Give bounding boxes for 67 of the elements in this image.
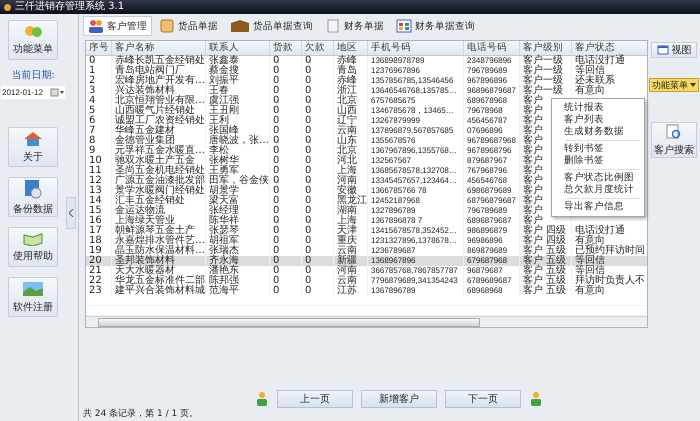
sidebar-button[interactable]: 备份数据 xyxy=(8,177,58,217)
table-cell: 新疆 xyxy=(334,256,368,266)
chevron-left-icon xyxy=(68,208,74,216)
tab[interactable]: 货品单据查询 xyxy=(225,16,318,36)
column-header[interactable]: 电话号码 xyxy=(464,41,520,55)
people-icon xyxy=(88,19,104,33)
table-cell: 1368967896 xyxy=(368,256,464,266)
table-cell: 0 xyxy=(302,286,334,296)
search-icon xyxy=(666,124,682,140)
document-icon xyxy=(325,19,341,33)
date-label: 当前日期: xyxy=(11,68,55,82)
sidebar-button[interactable]: 软件注册 xyxy=(8,277,58,317)
window-title: 三仟进销存管理系统 3.1 xyxy=(15,1,124,13)
table-cell: 建平兴合装饰材料城 xyxy=(112,286,206,296)
table-cell: 有意向 xyxy=(572,286,647,296)
tab[interactable]: 财务单据 xyxy=(320,16,389,36)
table-cell: 0 xyxy=(302,256,334,266)
table-cell: 1367896789 xyxy=(368,286,464,296)
table-cell: 齐永海 xyxy=(206,256,270,266)
table-cell: 0 xyxy=(270,256,302,266)
book-icon xyxy=(22,232,44,246)
tab[interactable]: 财务单据查询 xyxy=(391,16,480,36)
sidebar-button[interactable]: 使用帮助 xyxy=(8,227,58,267)
search-button[interactable]: 客户搜索 xyxy=(651,122,697,158)
window-icon xyxy=(656,45,668,55)
column-header[interactable]: 序号 xyxy=(86,41,112,55)
table-cell: 68968968 xyxy=(464,286,520,296)
table-cell: 0 xyxy=(270,286,302,296)
column-header[interactable]: 客户名称 xyxy=(112,41,206,55)
landscape-icon xyxy=(22,280,44,296)
table-cell: 范海平 xyxy=(206,286,270,296)
column-header[interactable]: 联系人 xyxy=(206,41,270,55)
people-icon xyxy=(529,391,543,407)
calendar-icon xyxy=(50,88,64,97)
menu-button[interactable]: 功能菜单 xyxy=(8,20,58,60)
column-header[interactable]: 地区 xyxy=(334,41,368,55)
table-cell[interactable]: 20 xyxy=(86,256,112,266)
app-icon xyxy=(3,2,12,12)
horizontal-scrollbar[interactable] xyxy=(86,316,647,327)
sidebar-button[interactable]: 关于 xyxy=(8,127,58,167)
table-cell: 等回信 xyxy=(572,256,647,266)
people-icon xyxy=(255,391,269,407)
house-icon xyxy=(22,130,44,146)
menu-dropdown[interactable]: 功能菜单 xyxy=(649,78,699,92)
date-field[interactable]: 2012-01-12 xyxy=(1,86,65,99)
column-header[interactable]: 欠款 xyxy=(302,41,334,55)
table-cell[interactable]: 23 xyxy=(86,286,112,296)
table-icon xyxy=(396,19,412,33)
column-header[interactable]: 手机号码 xyxy=(368,41,464,55)
table-cell: 客户 五级 xyxy=(520,256,572,266)
caret-icon xyxy=(690,83,696,87)
table-cell: 679687968 xyxy=(464,256,520,266)
column-header[interactable]: 货款 xyxy=(270,41,302,55)
notepad-icon xyxy=(159,19,175,33)
view-button[interactable]: 视图 xyxy=(651,42,697,58)
tab[interactable]: 货品单据 xyxy=(154,16,223,36)
column-header[interactable]: 客户级别 xyxy=(520,41,572,55)
previous-page-button[interactable]: 上一页 xyxy=(277,390,353,408)
tab[interactable]: 客户管理 xyxy=(83,16,152,36)
table-cell: 江苏 xyxy=(334,286,368,296)
table-cell: 圣邦装饰材料 xyxy=(112,256,206,266)
status-text: 共 24 条记录，第 1 / 1 页。 xyxy=(82,408,198,420)
collapse-handle[interactable] xyxy=(66,196,76,228)
table-cell: 客户 五级 xyxy=(520,286,572,296)
next-page-button[interactable]: 下一页 xyxy=(445,390,521,408)
add-customer-button[interactable]: 新增客户 xyxy=(361,390,437,408)
disk-icon xyxy=(23,178,43,198)
